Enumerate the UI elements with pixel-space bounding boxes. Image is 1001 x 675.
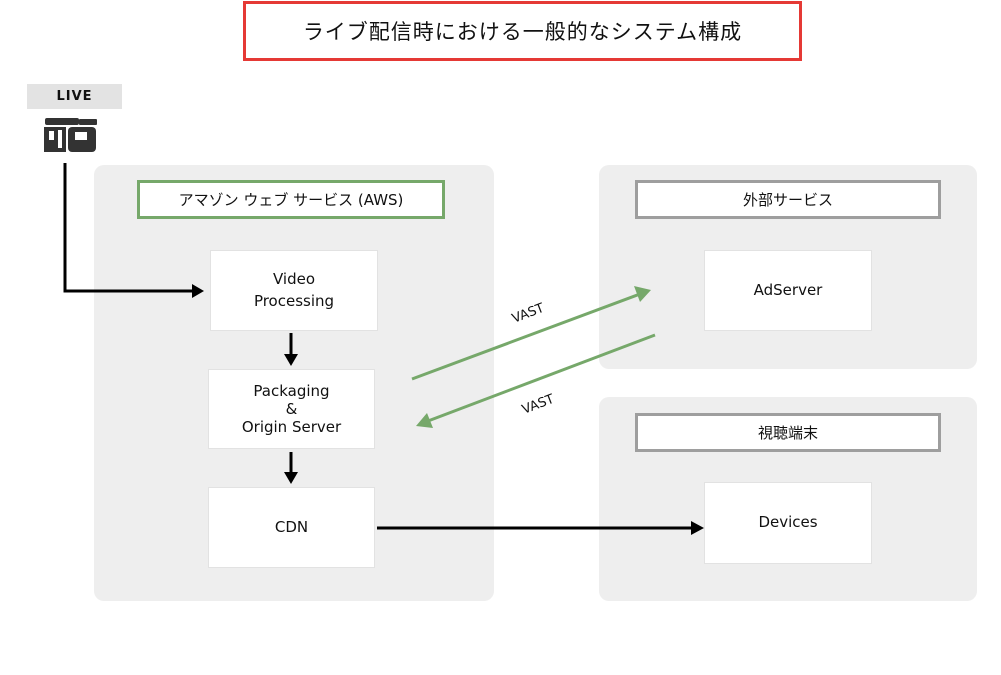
vast-request-label: VAST xyxy=(510,301,546,327)
arrowhead-icon xyxy=(284,472,298,484)
arrowhead-icon xyxy=(691,521,704,535)
arrowhead-icon xyxy=(284,354,298,366)
connectors-layer: VAST VAST xyxy=(63,163,704,535)
vast-response-label: VAST xyxy=(520,392,556,418)
live-to-video-arrow xyxy=(63,163,192,293)
arrowhead-icon xyxy=(192,284,204,298)
